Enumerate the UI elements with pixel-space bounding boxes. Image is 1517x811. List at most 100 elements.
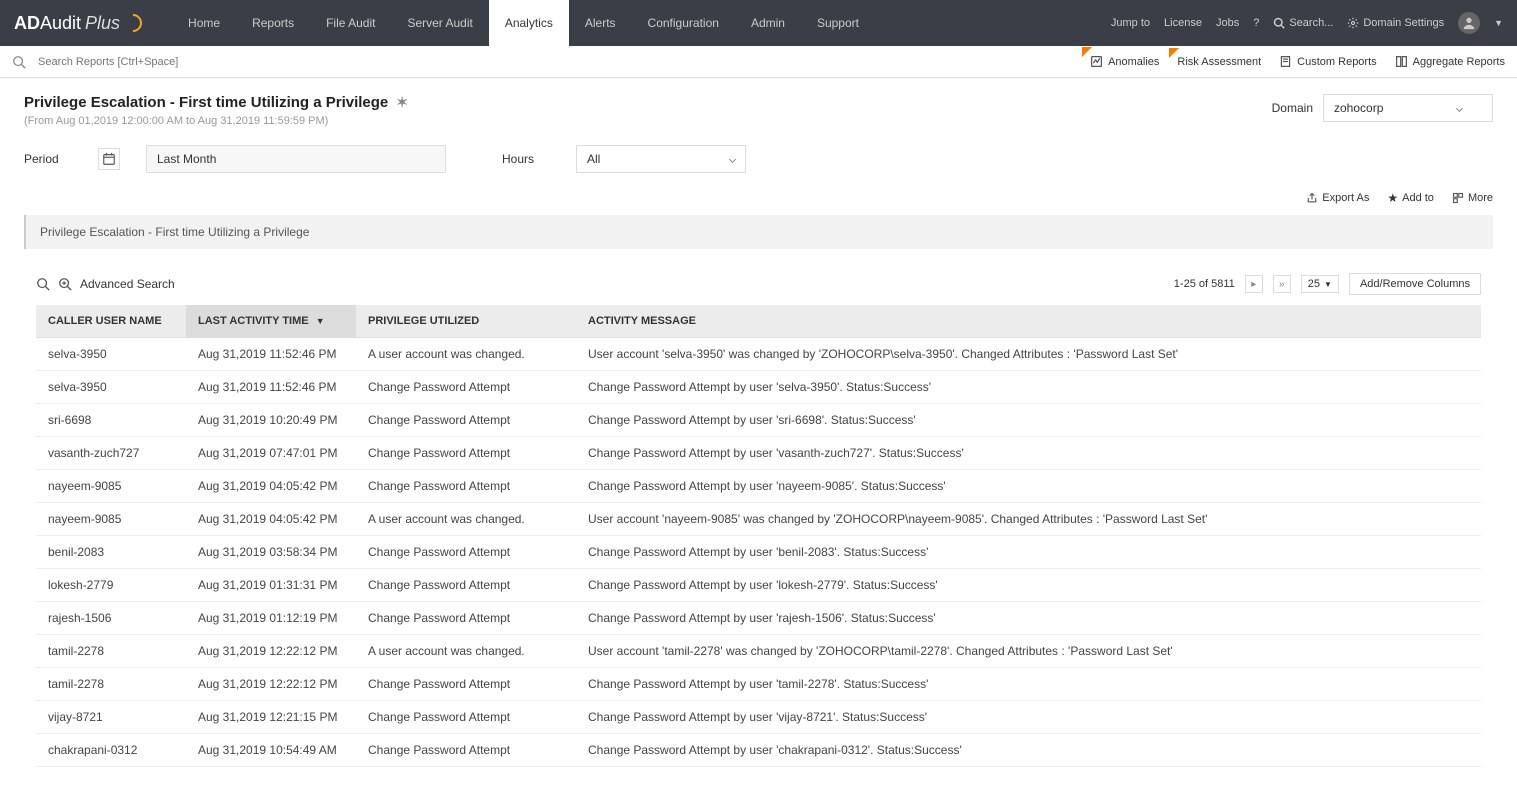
custom-reports-chip[interactable]: Custom Reports [1279,55,1376,68]
jump-to-link[interactable]: Jump to [1111,17,1150,29]
jobs-link[interactable]: Jobs [1216,17,1239,29]
domain-settings-label: Domain Settings [1363,17,1444,29]
table-row[interactable]: rajesh-1506Aug 31,2019 01:12:19 PM Change… [36,602,1481,635]
table-cell: nayeem-9085 [36,503,186,536]
nav-tab-support[interactable]: Support [801,0,875,46]
period-dropdown[interactable]: Last Month [146,145,446,173]
table-cell: Change Password Attempt by user 'sri-669… [576,404,1481,437]
page-info: 1-25 of 5811 [1174,278,1235,290]
title-left: Privilege Escalation - First time Utiliz… [24,94,408,127]
table-container: Advanced Search 1-25 of 5811 ▸ » 25 ▼ Ad… [24,267,1493,767]
domain-settings-link[interactable]: Domain Settings [1347,17,1444,29]
table-header-row: Caller User Name Last Activity Time ▼ Pr… [36,305,1481,338]
table-cell: A user account was changed. [356,503,576,536]
search-plus-icon[interactable] [58,277,72,291]
table-cell: Change Password Attempt by user 'tamil-2… [576,668,1481,701]
subbar-right: Anomalies Risk Assessment Custom Reports… [1090,55,1505,68]
help-link[interactable]: ? [1253,17,1259,29]
hours-value: All [587,152,600,166]
table-row[interactable]: benil-2083Aug 31,2019 03:58:34 PMChange … [36,536,1481,569]
table-row[interactable]: nayeem-9085Aug 31,2019 04:05:42 PMChange… [36,470,1481,503]
add-remove-columns-button[interactable]: Add/Remove Columns [1349,273,1481,295]
search-reports-input[interactable] [34,52,1090,72]
table-cell: lokesh-2779 [36,569,186,602]
table-row[interactable]: tamil-2278Aug 31,2019 12:22:12 PMChange … [36,668,1481,701]
gear-icon [1347,17,1359,29]
new-badge-icon [1082,47,1092,57]
aggregate-reports-chip[interactable]: Aggregate Reports [1395,55,1505,68]
nav-tab-admin[interactable]: Admin [735,0,801,46]
hours-dropdown[interactable]: All [576,145,746,173]
nav-tab-analytics[interactable]: Analytics [489,0,569,46]
favorite-icon[interactable]: ✶ [396,94,408,111]
nav-search-label: Search... [1289,17,1333,29]
table-cell: User account 'tamil-2278' was changed by… [576,635,1481,668]
table-row[interactable]: tamil-2278Aug 31,2019 12:22:12 PMA user … [36,635,1481,668]
filters-bar: Period Last Month Hours All [0,137,1517,187]
page-next-button[interactable]: ▸ [1245,275,1263,293]
more-icon [1452,192,1464,204]
col-activity-message[interactable]: Activity Message [576,305,1481,338]
user-menu-caret[interactable]: ▼ [1494,18,1503,28]
page-size-dropdown[interactable]: 25 ▼ [1301,275,1339,293]
table-cell: Change Password Attempt [356,734,576,767]
anomalies-chip[interactable]: Anomalies [1090,55,1159,68]
advanced-search-link[interactable]: Advanced Search [80,277,175,291]
table-row[interactable]: sri-6698Aug 31,2019 10:20:49 PMChange Pa… [36,404,1481,437]
table-cell: Aug 31,2019 01:12:19 PM [186,602,356,635]
table-row[interactable]: lokesh-2779Aug 31,2019 01:31:31 PMChange… [36,569,1481,602]
calendar-button[interactable] [98,148,120,170]
nav-tab-server-audit[interactable]: Server Audit [391,0,488,46]
table-cell: Aug 31,2019 03:58:34 PM [186,536,356,569]
add-to-button[interactable]: ★ Add to [1387,191,1434,205]
table-cell: selva-3950 [36,371,186,404]
table-cell: Change Password Attempt by user 'vijay-8… [576,701,1481,734]
nav-tab-home[interactable]: Home [172,0,236,46]
table-row[interactable]: chakrapani-0312Aug 31,2019 10:54:49 AMCh… [36,734,1481,767]
table-row[interactable]: selva-3950Aug 31,2019 11:52:46 PMA user … [36,338,1481,371]
export-button[interactable]: Export As [1306,191,1369,205]
calendar-icon [102,152,116,166]
table-cell: tamil-2278 [36,635,186,668]
table-cell: Aug 31,2019 12:21:15 PM [186,701,356,734]
nav-tab-alerts[interactable]: Alerts [569,0,632,46]
chevron-down-icon [729,155,736,162]
nav-tab-configuration[interactable]: Configuration [632,0,735,46]
table-cell: Aug 31,2019 10:20:49 PM [186,404,356,437]
domain-dropdown[interactable]: zohocorp [1323,94,1493,122]
table-cell: rajesh-1506 [36,602,186,635]
table-cell: tamil-2278 [36,668,186,701]
risk-label: Risk Assessment [1177,56,1261,68]
table-cell: selva-3950 [36,338,186,371]
sub-bar: Anomalies Risk Assessment Custom Reports… [0,46,1517,78]
table-cell: Change Password Attempt [356,668,576,701]
table-row[interactable]: vasanth-zuch727Aug 31,2019 07:47:01 PMCh… [36,437,1481,470]
search-icon[interactable] [36,277,50,291]
risk-chip[interactable]: Risk Assessment [1177,56,1261,68]
page-last-button[interactable]: » [1273,275,1291,293]
nav-tab-file-audit[interactable]: File Audit [310,0,391,46]
table-cell: Change Password Attempt by user 'rajesh-… [576,602,1481,635]
nav-right: Jump to License Jobs ? Search... Domain … [1111,12,1503,34]
col-last-activity-time[interactable]: Last Activity Time ▼ [186,305,356,338]
table-row[interactable]: vijay-8721Aug 31,2019 12:21:15 PMChange … [36,701,1481,734]
table-cell: Change Password Attempt [356,536,576,569]
table-row[interactable]: nayeem-9085Aug 31,2019 04:05:42 PMA user… [36,503,1481,536]
nav-search[interactable]: Search... [1273,17,1333,29]
caret-down-icon: ▼ [1324,280,1332,289]
logo-text-1: AD [14,13,40,34]
col-caller-user-name[interactable]: Caller User Name [36,305,186,338]
table-cell: User account 'nayeem-9085' was changed b… [576,503,1481,536]
more-button[interactable]: More [1452,191,1493,205]
table-cell: Aug 31,2019 07:47:01 PM [186,437,356,470]
user-menu[interactable] [1458,12,1480,34]
license-link[interactable]: License [1164,17,1202,29]
period-label: Period [24,152,72,166]
col-privilege-utilized[interactable]: Privilege Utilized [356,305,576,338]
table-row[interactable]: selva-3950Aug 31,2019 11:52:46 PMChange … [36,371,1481,404]
user-icon [1462,16,1476,30]
table-cell: A user account was changed. [356,635,576,668]
export-label: Export As [1322,192,1369,204]
nav-tab-reports[interactable]: Reports [236,0,310,46]
new-badge-icon [1169,48,1179,58]
